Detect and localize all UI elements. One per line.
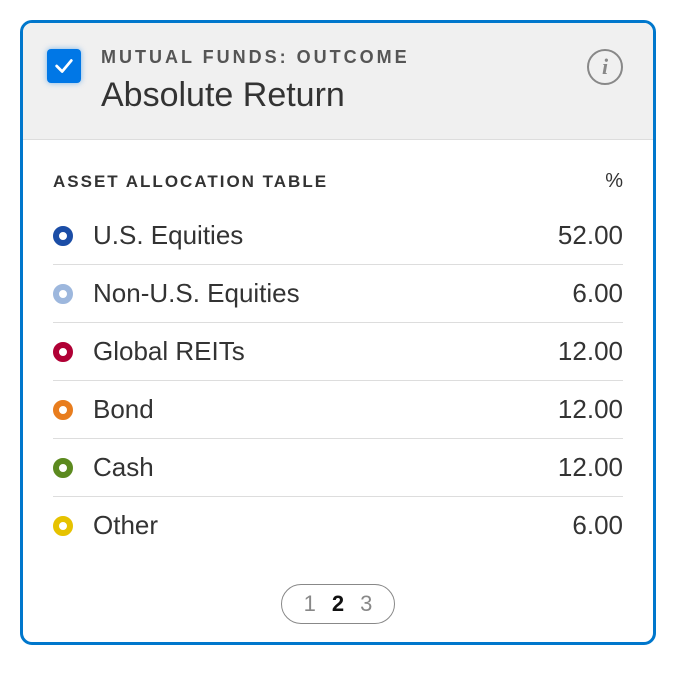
fund-title: Absolute Return (101, 76, 567, 115)
row-label: Other (93, 510, 552, 541)
row-value: 6.00 (572, 510, 623, 541)
check-icon (53, 55, 75, 77)
table-title: ASSET ALLOCATION TABLE (53, 172, 328, 192)
percent-header: % (605, 170, 623, 193)
row-value: 12.00 (558, 394, 623, 425)
row-label: U.S. Equities (93, 220, 538, 251)
page-1[interactable]: 1 (304, 591, 316, 617)
pagination: 123 (23, 570, 653, 642)
page-3[interactable]: 3 (360, 591, 372, 617)
table-row: Other 6.00 (53, 497, 623, 554)
color-dot-icon (53, 226, 73, 246)
page-2[interactable]: 2 (332, 591, 344, 617)
row-label: Cash (93, 452, 538, 483)
card-body: ASSET ALLOCATION TABLE % U.S. Equities 52… (23, 140, 653, 570)
row-value: 52.00 (558, 220, 623, 251)
color-dot-icon (53, 400, 73, 420)
row-value: 12.00 (558, 336, 623, 367)
color-dot-icon (53, 458, 73, 478)
row-label: Global REITs (93, 336, 538, 367)
table-row: Non-U.S. Equities 6.00 (53, 265, 623, 323)
row-value: 12.00 (558, 452, 623, 483)
color-dot-icon (53, 342, 73, 362)
row-label: Bond (93, 394, 538, 425)
row-value: 6.00 (572, 278, 623, 309)
table-row: U.S. Equities 52.00 (53, 207, 623, 265)
color-dot-icon (53, 516, 73, 536)
table-row: Cash 12.00 (53, 439, 623, 497)
table-row: Bond 12.00 (53, 381, 623, 439)
select-checkbox[interactable] (47, 49, 81, 83)
category-eyebrow: MUTUAL FUNDS: OUTCOME (101, 47, 567, 68)
row-label: Non-U.S. Equities (93, 278, 552, 309)
table-header: ASSET ALLOCATION TABLE % (53, 170, 623, 207)
fund-card: MUTUAL FUNDS: OUTCOME Absolute Return i … (20, 20, 656, 645)
info-icon[interactable]: i (587, 49, 623, 85)
header-text: MUTUAL FUNDS: OUTCOME Absolute Return (101, 47, 567, 115)
table-row: Global REITs 12.00 (53, 323, 623, 381)
allocation-rows: U.S. Equities 52.00Non-U.S. Equities 6.00 G… (53, 207, 623, 554)
page-group: 123 (281, 584, 396, 624)
color-dot-icon (53, 284, 73, 304)
card-header: MUTUAL FUNDS: OUTCOME Absolute Return i (23, 23, 653, 140)
